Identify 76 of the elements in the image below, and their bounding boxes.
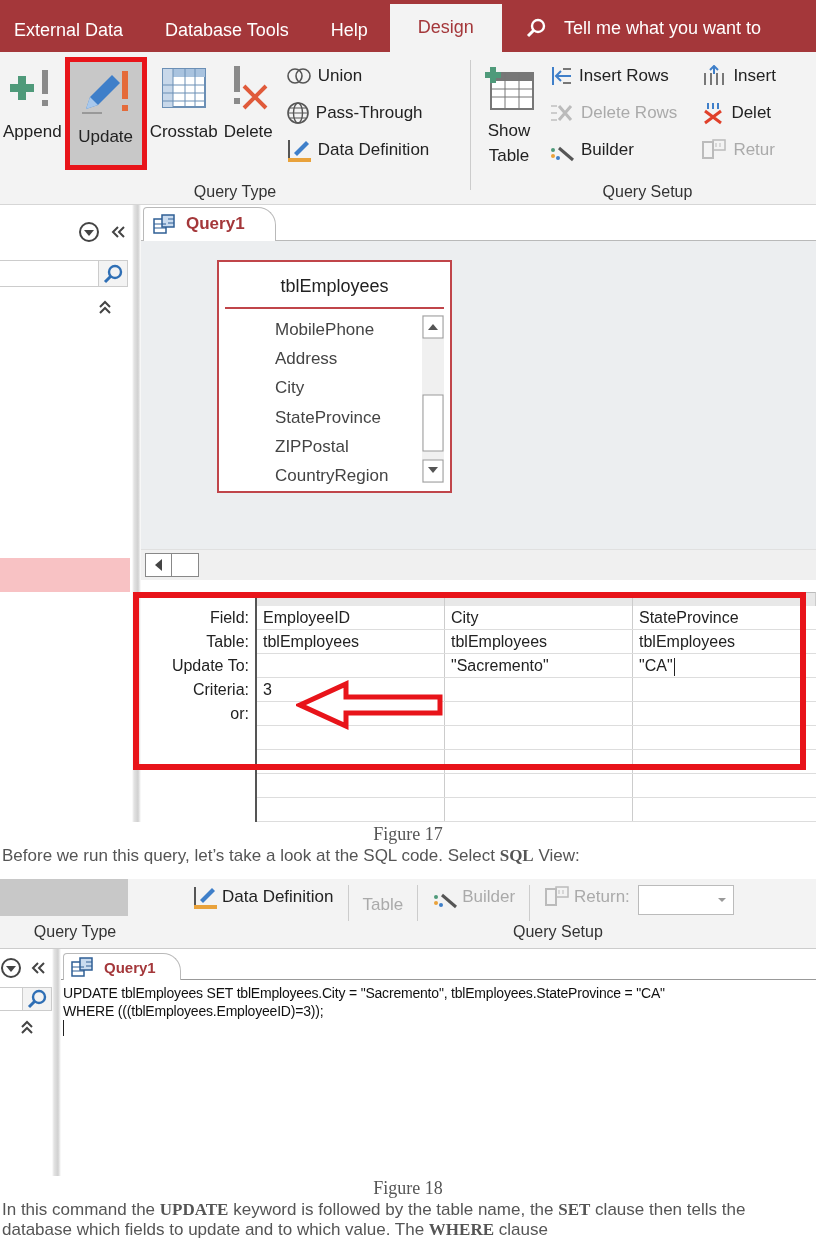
chevron-up-icon	[98, 299, 112, 315]
ribbon-button[interactable]: Union	[285, 62, 430, 90]
ribbon-button[interactable]: Insert	[701, 62, 776, 90]
ruler-pencil-icon	[285, 137, 312, 163]
cell-text[interactable]: City	[451, 609, 479, 626]
cell-text[interactable]: EmployeeID	[263, 609, 351, 626]
row-label: or:	[230, 704, 250, 724]
ribbon-tab[interactable]: Database Tools	[145, 4, 309, 52]
field-item[interactable]: CountryRegion	[275, 461, 422, 491]
ribbon-button[interactable]: Insert Rows	[549, 62, 678, 90]
delete-rows-icon	[549, 102, 575, 124]
search-icon	[103, 263, 123, 284]
field-item[interactable]: Address	[275, 344, 422, 374]
horizontal-scrollbar-drawing	[145, 553, 199, 577]
group-label: Query Type	[192, 183, 278, 201]
dropdown-circle-icon	[0, 957, 22, 979]
row-label: Criteria:	[193, 680, 250, 700]
group-label: Query Setup	[601, 183, 694, 201]
ribbon-tab[interactable]: External Data	[0, 4, 144, 52]
row-label: Field:	[209, 608, 250, 628]
ribbon-button[interactable]: Update	[64, 57, 147, 170]
cell-text[interactable]: 3	[263, 681, 272, 698]
text-cursor	[673, 657, 675, 676]
tell-me-field[interactable]: Tell me what you want to	[563, 17, 761, 39]
ribbon-button[interactable]: Delet	[701, 99, 776, 127]
query-icon	[152, 213, 176, 236]
ribbon-tab[interactable]: Help	[310, 4, 388, 52]
text-cursor	[63, 1020, 64, 1036]
ribbon-button[interactable]: Crosstab	[146, 57, 221, 170]
ribbon-tab[interactable]: Design	[389, 4, 502, 52]
cell-text[interactable]: tblEmployees	[263, 633, 360, 650]
search-field[interactable]	[0, 987, 52, 1011]
ribbon-button[interactable]: Builder	[549, 136, 678, 164]
dropdown-circle-icon	[78, 221, 100, 243]
ribbon-button[interactable]: Delete	[220, 57, 276, 170]
table-title: tblEmployees	[225, 261, 444, 309]
document-tab[interactable]: Query1	[143, 206, 276, 241]
row-label: Table:	[206, 632, 250, 652]
field-item[interactable]: City	[275, 373, 422, 403]
cell-text[interactable]: "Sacremento"	[451, 657, 549, 674]
ribbon-button[interactable]: Show Table	[479, 57, 539, 170]
figure-caption: Figure 18	[372, 1177, 444, 1200]
field-item[interactable]: MobilePhone	[275, 314, 422, 345]
ruler-pencil-icon	[192, 884, 218, 910]
ribbon-button[interactable]: Append	[0, 57, 65, 170]
cell-text[interactable]: tblEmployees	[639, 633, 736, 650]
cell-text[interactable]: tblEmployees	[451, 633, 548, 650]
figure-caption: Figure 17	[372, 823, 444, 846]
document-tab[interactable]: Query1	[63, 953, 181, 980]
row-label: Update To:	[171, 656, 250, 676]
rings-icon	[285, 67, 312, 85]
sql-text: UPDATE tblEmployees SET tblEmployees.City = "Sacremento", tblEmployees.StateProvince = "CA"	[63, 984, 666, 1002]
paragraph: Before we run this query, let’s take a look at the SQL code. Select SQL View:	[1, 846, 581, 866]
query-icon	[70, 956, 94, 978]
insert-rows-icon	[549, 65, 573, 87]
ribbon-button[interactable]: Data Definition	[192, 879, 334, 915]
cell-text[interactable]: StateProvince	[639, 609, 739, 626]
collapse-icon	[30, 961, 46, 975]
sql-text: WHERE (((tblEmployees.EmployeeID)=3));	[63, 1002, 325, 1020]
field-item[interactable]: ZIPPostal	[275, 432, 422, 462]
cell-text[interactable]: "CA"	[639, 657, 673, 674]
chevron-up-icon	[20, 1019, 34, 1035]
ribbon-button[interactable]: Pass-Through	[285, 99, 430, 127]
collapse-icon	[110, 225, 126, 239]
field-item[interactable]: StateProvince	[275, 402, 422, 432]
search-icon	[27, 989, 47, 1009]
group-label: Query Type	[32, 923, 118, 941]
search-icon	[525, 18, 546, 38]
return-icon	[544, 885, 571, 909]
pane-splitter[interactable]	[132, 205, 141, 822]
globe-icon	[285, 101, 310, 125]
search-field[interactable]	[0, 260, 128, 287]
group-label: Query Setup	[513, 923, 603, 941]
ribbon-button[interactable]: Data Definition	[285, 136, 430, 164]
paragraph: In this command the UPDATE keyword is followed by the table name, the SET clause then tells the database which fields to update and to which value. The WHERE clause	[1, 1200, 747, 1240]
return-icon	[701, 138, 728, 162]
